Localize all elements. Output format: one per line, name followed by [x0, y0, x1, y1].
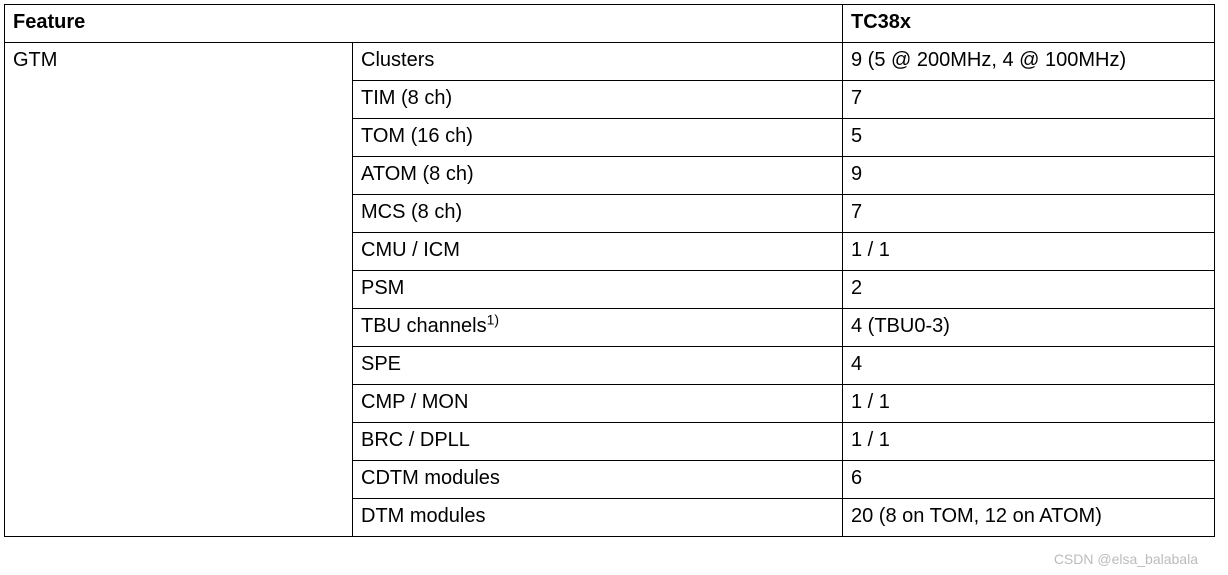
subfeature-cell: TIM (8 ch)	[353, 81, 843, 119]
value-cell: 9 (5 @ 200MHz, 4 @ 100MHz)	[843, 43, 1215, 81]
table-row: GTMClusters9 (5 @ 200MHz, 4 @ 100MHz)	[5, 43, 1215, 81]
subfeature-cell: TBU channels1)	[353, 309, 843, 347]
subfeature-cell: ATOM (8 ch)	[353, 157, 843, 195]
subfeature-cell: BRC / DPLL	[353, 423, 843, 461]
feature-group-cell: GTM	[5, 43, 353, 537]
subfeature-cell: DTM modules	[353, 499, 843, 537]
value-cell: 7	[843, 195, 1215, 233]
value-cell: 4	[843, 347, 1215, 385]
table-body: GTMClusters9 (5 @ 200MHz, 4 @ 100MHz)TIM…	[5, 43, 1215, 537]
subfeature-cell: MCS (8 ch)	[353, 195, 843, 233]
value-cell: 6	[843, 461, 1215, 499]
value-cell: 20 (8 on TOM, 12 on ATOM)	[843, 499, 1215, 537]
value-cell: 9	[843, 157, 1215, 195]
value-cell: 5	[843, 119, 1215, 157]
header-sub-blank	[353, 5, 843, 43]
subfeature-cell: Clusters	[353, 43, 843, 81]
footnote-ref: 1)	[487, 311, 499, 327]
watermark: CSDN @elsa_balabala	[1054, 551, 1198, 567]
header-feature: Feature	[5, 5, 353, 43]
header-value: TC38x	[843, 5, 1215, 43]
subfeature-cell: CDTM modules	[353, 461, 843, 499]
subfeature-cell: CMU / ICM	[353, 233, 843, 271]
subfeature-cell: TOM (16 ch)	[353, 119, 843, 157]
value-cell: 1 / 1	[843, 385, 1215, 423]
feature-table: Feature TC38x GTMClusters9 (5 @ 200MHz, …	[4, 4, 1215, 537]
value-cell: 1 / 1	[843, 423, 1215, 461]
subfeature-cell: CMP / MON	[353, 385, 843, 423]
subfeature-cell: PSM	[353, 271, 843, 309]
value-cell: 1 / 1	[843, 233, 1215, 271]
value-cell: 7	[843, 81, 1215, 119]
table-header-row: Feature TC38x	[5, 5, 1215, 43]
value-cell: 4 (TBU0-3)	[843, 309, 1215, 347]
value-cell: 2	[843, 271, 1215, 309]
subfeature-cell: SPE	[353, 347, 843, 385]
